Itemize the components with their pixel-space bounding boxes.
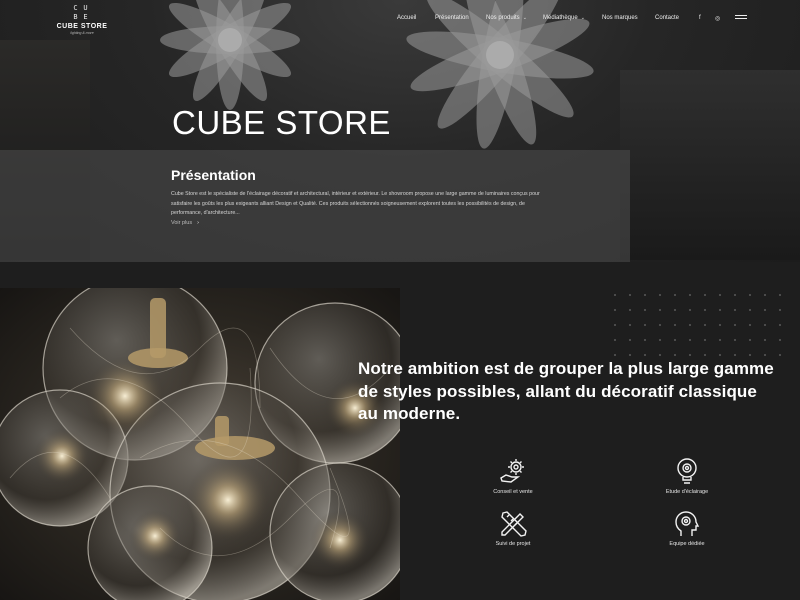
pencil-ruler-icon bbox=[501, 511, 527, 537]
feature-equipe-dediee: Equipe dédiée bbox=[632, 508, 742, 547]
decorative-dot-grid bbox=[614, 294, 781, 356]
nav-item-label: Nos marques bbox=[602, 15, 638, 21]
facebook-icon[interactable]: f bbox=[699, 15, 701, 21]
nav-item-label: Contacte bbox=[655, 15, 680, 21]
logo-letter-b: B bbox=[73, 13, 78, 21]
nav-item-label: Présentation bbox=[435, 15, 469, 21]
logo-letter-e: E bbox=[83, 13, 88, 21]
logo[interactable]: C U B E CUBE STORE lighting & more bbox=[56, 4, 108, 36]
logo-tagline: lighting & more bbox=[70, 31, 94, 35]
feature-etude-eclairage: Etude d'éclairage bbox=[632, 456, 742, 495]
nav-item-nos-produits[interactable]: Nos produits ⌄ bbox=[486, 15, 527, 21]
nav-item-label: Médiathèque bbox=[543, 15, 578, 21]
hand-gear-icon bbox=[500, 459, 524, 483]
instagram-icon[interactable]: ◎ bbox=[715, 15, 720, 22]
logo-letter-u: U bbox=[83, 4, 88, 12]
bulb-gear-icon bbox=[677, 458, 697, 484]
feature-suivi-projet: Suivi de projet bbox=[458, 508, 568, 547]
hero-title: CUBE STORE bbox=[172, 104, 391, 141]
logo-letter-c: C bbox=[73, 4, 78, 12]
head-gear-icon bbox=[675, 511, 700, 536]
ambition-statement: Notre ambition est de grouper la plus la… bbox=[358, 359, 774, 423]
chevron-right-icon: › bbox=[197, 220, 199, 226]
feature-label: Conseil et vente bbox=[493, 489, 533, 495]
presentation-title: Présentation bbox=[171, 167, 256, 183]
feature-label: Equipe dédiée bbox=[669, 541, 705, 547]
feature-label: Suivi de projet bbox=[495, 541, 531, 547]
nav-item-label: Accueil bbox=[397, 15, 417, 21]
hamburger-icon[interactable] bbox=[735, 15, 747, 22]
nav-item-presentation[interactable]: Présentation bbox=[435, 15, 469, 21]
feature-label: Etude d'éclairage bbox=[665, 489, 709, 495]
see-more-label: Voir plus bbox=[171, 220, 193, 226]
glass-globe-lamps-image bbox=[0, 288, 400, 600]
nav-item-mediatheque[interactable]: Médiathèque ⌄ bbox=[543, 15, 585, 21]
nav-item-label: Nos produits bbox=[486, 15, 520, 21]
nav-item-accueil[interactable]: Accueil bbox=[397, 15, 416, 21]
pendant-lamps-photo bbox=[0, 288, 400, 600]
logo-brand-name: CUBE STORE bbox=[56, 23, 108, 30]
chevron-down-icon: ⌄ bbox=[580, 15, 585, 21]
presentation-text: Cube Store est le spécialiste de l'éclai… bbox=[171, 191, 540, 217]
feature-conseil-vente: Conseil et vente bbox=[458, 456, 568, 495]
logo-cube-mark: C U B E bbox=[67, 4, 95, 22]
see-more-link[interactable]: Voir plus › bbox=[171, 220, 199, 226]
chevron-down-icon: ⌄ bbox=[522, 15, 527, 21]
nav-item-contacte[interactable]: Contacte bbox=[655, 15, 679, 21]
nav-item-nos-marques[interactable]: Nos marques bbox=[602, 15, 638, 21]
